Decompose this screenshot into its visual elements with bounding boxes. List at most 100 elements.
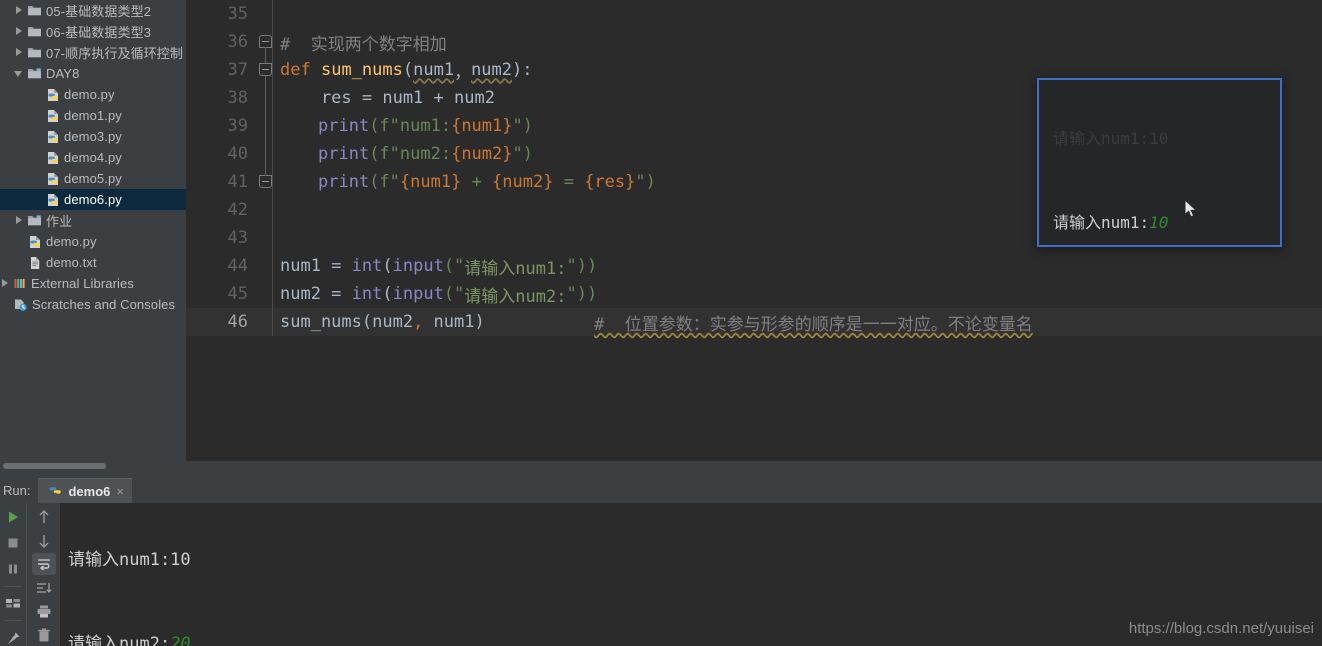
scrollbar-thumb[interactable] — [3, 463, 106, 469]
pause-button[interactable] — [1, 558, 25, 580]
line-number: 40 — [227, 144, 248, 164]
tree-item-label: demo.py — [46, 234, 97, 249]
code-token-string: ") — [635, 172, 656, 192]
code-token-string: ")) — [566, 256, 598, 276]
chevron-right-icon[interactable] — [14, 47, 25, 58]
code-token: num1) — [423, 312, 485, 332]
code-line[interactable]: 44 num1 = int(input (" 请输入num1: ")) — [186, 252, 1322, 280]
watermark-text: https://blog.csdn.net/yuuisei — [1128, 620, 1314, 637]
editor-horizontal-scrollbar[interactable] — [186, 461, 1322, 470]
chevron-right-icon[interactable] — [14, 26, 25, 37]
soft-wrap-button[interactable] — [31, 553, 56, 576]
run-button[interactable] — [1, 506, 25, 528]
chevron-right-icon[interactable] — [14, 5, 25, 16]
print-icon[interactable] — [32, 601, 56, 623]
gutter-divider — [272, 308, 273, 336]
run-label: Run: — [3, 483, 31, 498]
run-toolbar-primary[interactable] — [0, 503, 26, 646]
code-text: def sum_nums(num1， num2): — [280, 56, 533, 84]
fold-marker-icon[interactable] — [259, 63, 272, 76]
fold-marker-icon[interactable] — [259, 175, 272, 188]
code-line-current[interactable]: 46 sum_nums(num2, num1) # 位置参数：实参与形参的顺序是… — [186, 308, 1322, 336]
editor-gutter[interactable]: 43 — [186, 224, 274, 252]
close-icon[interactable]: × — [116, 484, 124, 499]
toolbar-divider — [4, 620, 22, 622]
tree-item-file-demo5[interactable]: demo5.py — [0, 168, 186, 189]
tree-item-folder[interactable]: 05-基础数据类型2 — [0, 0, 186, 21]
code-token-brace: {num2} — [451, 144, 513, 164]
tree-item-file-demo-root[interactable]: demo.py — [0, 231, 186, 252]
code-text: print (f"num2: {num2} ") — [318, 140, 533, 168]
editor-gutter[interactable]: 38 — [186, 84, 274, 112]
project-tree-panel[interactable]: 05-基础数据类型2 06-基础数据类型3 07-顺序执行及循环控制 DAY8 — [0, 0, 186, 461]
gutter-divider — [272, 84, 273, 112]
console-output-popup[interactable]: 请输入num1:10 请输入num1:10 请输入num2:20 num1:10… — [1037, 78, 1282, 247]
arrow-up-icon[interactable] — [32, 506, 56, 528]
code-token-builtin: print — [318, 144, 370, 164]
tree-item-label: demo5.py — [64, 171, 122, 186]
tree-item-label: demo3.py — [64, 129, 122, 144]
tree-item-label: demo6.py — [64, 192, 122, 207]
code-token-brace: {num1} — [399, 172, 462, 192]
trash-icon[interactable] — [32, 624, 56, 646]
editor-gutter[interactable]: 44 — [186, 252, 274, 280]
pin-button[interactable] — [1, 627, 25, 646]
editor-gutter[interactable]: 40 — [186, 140, 274, 168]
tree-item-file-demo[interactable]: demo.py — [0, 84, 186, 105]
code-text: # 实现两个数字相加 — [280, 28, 447, 56]
code-token-string: (" — [443, 284, 465, 304]
code-token-comment: # 位置参数：实参与形参的顺序是一一对应。不论变量名 — [594, 314, 1033, 335]
editor-gutter[interactable]: 46 — [186, 308, 274, 336]
line-number: 41 — [227, 172, 248, 192]
python-file-icon — [46, 172, 60, 186]
tree-item-label: demo.txt — [46, 255, 97, 270]
tree-item-folder[interactable]: 07-顺序执行及循环控制 — [0, 42, 186, 63]
line-number: 45 — [227, 284, 248, 304]
editor-gutter[interactable]: 41 — [186, 168, 274, 196]
gutter-divider — [272, 28, 273, 56]
gutter-divider — [272, 196, 273, 224]
tree-item-external-libraries[interactable]: External Libraries — [0, 273, 186, 294]
layout-button[interactable] — [1, 592, 25, 614]
editor-gutter[interactable]: 35 — [186, 0, 274, 28]
editor-gutter[interactable]: 37 — [186, 56, 274, 84]
run-tab-demo6[interactable]: demo6 × — [38, 478, 132, 503]
toolbar-divider — [4, 585, 22, 587]
arrow-down-icon[interactable] — [32, 530, 56, 552]
editor-gutter[interactable]: 42 — [186, 196, 274, 224]
code-line[interactable]: 36 # 实现两个数字相加 — [186, 28, 1322, 65]
fold-marker-icon[interactable] — [259, 35, 272, 65]
tree-item-scratches-and-consoles[interactable]: Scratches and Consoles — [0, 294, 186, 315]
run-tool-window[interactable]: Run: demo6 × 请输入num1:10 请输入num2:20 https… — [0, 470, 1322, 646]
editor-gutter[interactable]: 36 — [186, 28, 274, 65]
tree-item-label: Scratches and Consoles — [32, 297, 176, 312]
code-token-string: ")) — [566, 284, 598, 304]
tree-item-file-demo3[interactable]: demo3.py — [0, 126, 186, 147]
editor-gutter[interactable]: 45 — [186, 280, 274, 308]
tree-item-folder-day8[interactable]: DAY8 — [0, 63, 186, 84]
code-token-keyword: def — [280, 60, 311, 80]
scroll-to-end-icon[interactable] — [32, 577, 56, 599]
run-tool-window-header[interactable]: Run: demo6 × — [0, 478, 1322, 503]
chevron-right-icon[interactable] — [14, 215, 25, 226]
chevron-right-icon[interactable] — [0, 278, 11, 289]
chevron-down-icon[interactable] — [14, 68, 25, 79]
tree-item-file-demo1[interactable]: demo1.py — [0, 105, 186, 126]
code-line[interactable]: 45 num2 = int(input (" 请输入num2: ")) — [186, 280, 1322, 308]
code-line[interactable]: 35 — [186, 0, 1322, 28]
stop-button[interactable] — [1, 532, 25, 554]
editor-gutter[interactable]: 39 — [186, 112, 274, 140]
folder-open-icon — [27, 214, 42, 227]
tree-item-file-demo4[interactable]: demo4.py — [0, 147, 186, 168]
tree-item-file-demo-txt[interactable]: demo.txt — [0, 252, 186, 273]
project-tree-horizontal-scrollbar[interactable] — [0, 461, 186, 470]
run-toolbar-secondary[interactable] — [26, 503, 60, 646]
tree-item-file-demo6[interactable]: demo6.py — [0, 189, 186, 210]
fold-guide-line — [265, 76, 266, 84]
code-token: res = num1 + num2 — [280, 88, 495, 108]
tree-item-folder[interactable]: 06-基础数据类型3 — [0, 21, 186, 42]
popup-line-text: 请输入num1: — [1053, 213, 1150, 232]
tree-item-folder-homework[interactable]: 作业 — [0, 210, 186, 231]
code-text: print (f" {num1} + {num2} = {res} ") — [318, 168, 656, 196]
python-file-icon — [28, 235, 42, 249]
